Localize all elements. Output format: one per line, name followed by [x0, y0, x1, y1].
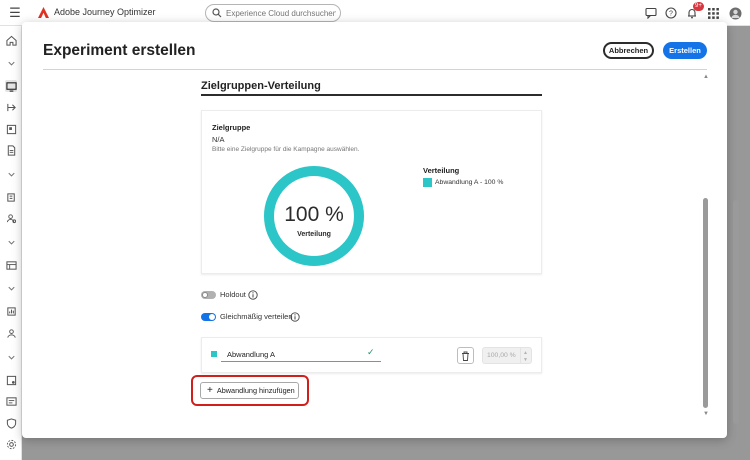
channels-icon[interactable] [5, 395, 17, 407]
holdout-label: Holdout [220, 290, 246, 299]
chevron-down-icon[interactable] [5, 236, 17, 248]
checkmark-icon: ✓ [367, 347, 375, 357]
notifications-icon[interactable]: 9+ [685, 2, 704, 20]
search-input[interactable] [226, 8, 336, 18]
dialog-title: Experiment erstellen [43, 42, 196, 59]
cancel-button[interactable]: Abbrechen [603, 42, 654, 59]
person-settings-icon[interactable] [5, 327, 17, 339]
data-icon[interactable] [5, 374, 17, 386]
chevron-down-icon[interactable] [5, 168, 17, 180]
feedback-icon[interactable] [644, 6, 658, 20]
section-rule [201, 94, 542, 96]
add-treatment-button[interactable]: + Abwandlung hinzufügen [200, 382, 299, 399]
legend-entry: Abwandlung A - 100 % [435, 179, 504, 186]
chevron-down-icon[interactable] [5, 57, 17, 69]
treatment-percent-field [482, 347, 520, 364]
create-button[interactable]: Erstellen [663, 42, 707, 59]
info-icon[interactable] [248, 290, 258, 300]
shield-icon[interactable] [5, 417, 17, 429]
journey-icon[interactable] [5, 101, 17, 113]
info-icon[interactable] [290, 312, 300, 322]
help-icon[interactable]: ? [664, 6, 678, 20]
audience-icon[interactable] [5, 212, 17, 224]
hamburger-menu-icon[interactable]: ☰ [8, 6, 22, 20]
scrollbar-thumb[interactable] [703, 198, 708, 408]
content-icon[interactable] [5, 123, 17, 135]
search-icon [212, 8, 222, 18]
app-switcher-icon[interactable] [706, 6, 720, 20]
legend-swatch [423, 178, 432, 187]
holdout-toggle[interactable] [201, 291, 216, 299]
app-title: Adobe Journey Optimizer [54, 7, 156, 17]
legend-title: Verteilung [423, 166, 460, 175]
audience-label: Zielgruppe [212, 123, 251, 132]
global-search[interactable] [205, 4, 341, 22]
list-icon[interactable] [5, 191, 17, 203]
document-icon[interactable] [5, 144, 17, 156]
chevron-down-icon[interactable] [5, 351, 17, 363]
svg-text:?: ? [669, 11, 673, 18]
chevron-down-icon[interactable] [5, 282, 17, 294]
chevron-up-icon: ▲ [523, 350, 528, 356]
audience-hint: Bitte eine Zielgruppe für die Kampagne a… [212, 146, 360, 153]
schema-icon[interactable] [5, 259, 17, 271]
audience-value: N/A [212, 135, 225, 144]
percent-stepper: ▲ ▼ [520, 347, 532, 364]
treatment-name-input[interactable] [221, 347, 381, 362]
donut-label: Verteilung [297, 231, 331, 238]
trash-icon [462, 351, 469, 361]
distribution-card: Zielgruppe N/A Bitte eine Zielgruppe für… [201, 110, 542, 274]
distribute-evenly-label: Gleichmäßig verteilen [220, 312, 293, 321]
header-divider [43, 69, 707, 70]
adobe-logo-icon [38, 7, 49, 18]
distribute-evenly-toggle[interactable] [201, 313, 216, 321]
donut-value: 100 % [284, 203, 344, 226]
page-scrollbar-thumb[interactable] [733, 200, 739, 424]
treatment-row: ✓ ▲ ▼ [201, 337, 542, 373]
create-experiment-dialog: Experiment erstellen Abbrechen Erstellen… [22, 22, 727, 438]
add-treatment-label: Abwandlung hinzufügen [216, 386, 295, 395]
scroll-up-icon[interactable]: ▲ [703, 74, 709, 80]
settings-icon[interactable] [5, 438, 17, 450]
scroll-down-icon[interactable]: ▼ [703, 411, 709, 417]
plus-icon: + [207, 384, 213, 396]
section-title: Zielgruppen-Verteilung [201, 80, 321, 92]
delete-treatment-button[interactable] [457, 347, 474, 364]
treatment-color-swatch [211, 351, 217, 357]
reports-icon[interactable] [5, 305, 17, 317]
avatar[interactable] [728, 6, 742, 20]
campaign-icon[interactable] [5, 80, 17, 92]
chevron-down-icon: ▼ [523, 357, 528, 363]
dialog-scrollbar[interactable]: ▲ ▼ [700, 74, 712, 419]
distribution-donut: 100 % Verteilung [264, 166, 364, 266]
home-icon[interactable] [5, 34, 17, 46]
left-navigation [0, 26, 22, 460]
notification-badge: 9+ [693, 2, 704, 11]
